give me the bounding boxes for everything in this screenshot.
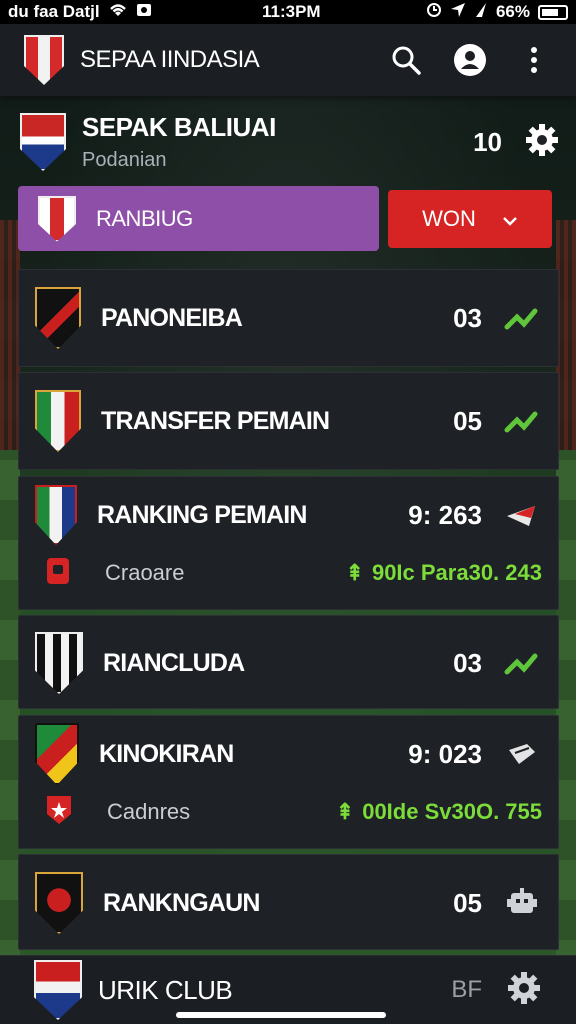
ranking-filter-label: RANBIUG — [96, 205, 193, 231]
club-crest-icon — [34, 960, 82, 1020]
alarm-icon — [426, 2, 442, 23]
item-value: 05 — [453, 887, 482, 918]
trend-up-icon — [502, 650, 542, 676]
ranking-crest-icon — [38, 195, 76, 242]
item-title: PANONEIBA — [101, 303, 243, 332]
app-logo-crest-icon — [24, 35, 64, 85]
league-crest-icon — [20, 113, 66, 171]
list-item[interactable]: PANONEIBA 03 — [18, 269, 559, 367]
flag-icon — [502, 740, 542, 768]
club-crest-icon — [35, 632, 83, 694]
trend-down-icon — [502, 502, 542, 528]
bottom-nav-code: BF — [451, 976, 482, 1003]
gear-icon[interactable] — [506, 970, 542, 1011]
home-indicator[interactable] — [176, 1012, 386, 1018]
list-item[interactable]: RANKING PEMAIN 9: 263 Craoare ⇞ 90Ic Para… — [18, 476, 559, 610]
search-icon[interactable] — [388, 42, 424, 78]
club-crest-icon — [35, 723, 79, 785]
item-sub-label: Craoare — [105, 560, 185, 585]
list-item[interactable]: KINOKIRAN 9: 023 Cadnres ⇞ 00Ide Sv30O. 7… — [18, 715, 559, 849]
club-crest-icon — [35, 485, 77, 545]
item-title: RIANCLUDA — [103, 648, 245, 677]
league-subtitle: Podanian — [82, 149, 167, 171]
wifi-icon — [108, 2, 128, 23]
bottom-nav-title: URIK CLUB — [98, 974, 233, 1005]
won-dropdown-label: WON — [422, 206, 476, 231]
item-sub-value: 00Ide Sv30O. 755 — [362, 799, 542, 824]
league-name: SEPAK BALIUAI — [82, 112, 276, 142]
battery-percent: 66% — [495, 2, 530, 21]
item-title: RANKING PEMAIN — [97, 500, 307, 529]
trend-up-icon — [502, 408, 542, 434]
club-crest-icon — [35, 390, 81, 452]
list-item[interactable]: RIANCLUDA 03 — [18, 615, 559, 709]
league-header[interactable]: SEPAK BALIUAI Podanian 10 — [20, 102, 560, 182]
signal-icon — [474, 2, 488, 23]
battery-icon — [538, 4, 568, 20]
item-title: KINOKIRAN — [99, 739, 234, 768]
list-item[interactable]: RANKNGAUN 05 — [18, 854, 559, 950]
item-value: 9: 023 — [408, 738, 482, 769]
star-badge-icon — [45, 794, 73, 831]
jersey-icon — [45, 556, 71, 591]
club-crest-icon — [35, 287, 81, 349]
item-sub-value: 90Ic Para30. 243 — [371, 560, 542, 585]
won-dropdown[interactable]: WON — [388, 190, 552, 248]
club-crest-icon — [35, 872, 83, 934]
app-title: SEPAA IINDASIA — [80, 46, 260, 73]
item-title: RANKNGAUN — [103, 888, 260, 917]
clock: 11:3PM — [262, 2, 321, 21]
list-item[interactable]: TRANSFER PEMAIN 05 — [18, 372, 559, 470]
item-sub-label: Cadnres — [107, 799, 191, 824]
app-bar: SEPAA IINDASIA — [0, 24, 576, 96]
account-icon[interactable] — [452, 42, 488, 78]
more-vert-icon[interactable] — [516, 42, 552, 78]
carrier-label: du faa Datjl — [8, 2, 100, 21]
ranking-filter-button[interactable]: RANBIUG — [18, 186, 379, 251]
item-value: 05 — [453, 405, 482, 436]
arrow-up-icon: ⇞ — [335, 799, 355, 824]
chevron-down-icon — [502, 206, 518, 232]
arrow-up-icon: ⇞ — [345, 560, 364, 585]
robot-icon — [502, 887, 542, 919]
trend-up-icon — [502, 305, 542, 331]
status-bar: du faa Datjl 11:3PM 66% — [0, 0, 576, 24]
location-icon — [450, 2, 466, 23]
item-value: 9: 263 — [408, 499, 482, 530]
league-count: 10 — [473, 126, 502, 157]
gear-icon[interactable] — [524, 122, 560, 163]
photo-icon — [136, 2, 152, 23]
item-title: TRANSFER PEMAIN — [101, 406, 330, 435]
item-value: 03 — [453, 302, 482, 333]
item-value: 03 — [453, 647, 482, 678]
